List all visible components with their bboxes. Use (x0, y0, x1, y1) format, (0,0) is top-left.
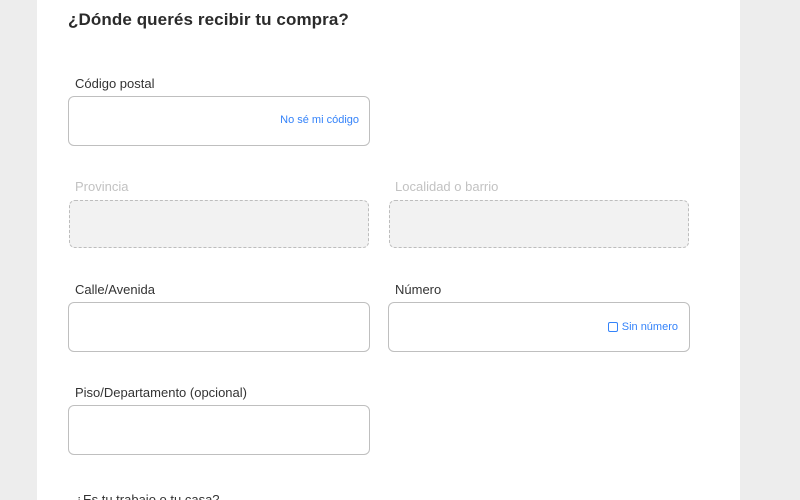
street-input[interactable] (69, 303, 369, 351)
locality-field (389, 200, 689, 248)
province-input (70, 201, 368, 247)
province-field (69, 200, 369, 248)
address-form-card: ¿Dónde querés recibir tu compra? Código … (37, 0, 740, 500)
floor-apartment-input[interactable] (69, 406, 369, 454)
checkbox-icon[interactable] (607, 322, 618, 332)
section-title: ¿Dónde querés recibir tu compra? (68, 10, 349, 29)
floor-apartment-label: Piso/Departamento (opcional) (75, 385, 247, 400)
unknown-postal-code-link[interactable]: No sé mi código (280, 114, 359, 126)
locality-label: Localidad o barrio (395, 179, 499, 194)
street-field[interactable] (68, 302, 370, 352)
number-field[interactable]: Sin número (388, 302, 690, 352)
postal-code-field[interactable]: No sé mi código (68, 96, 370, 146)
no-number-label[interactable]: Sin número (622, 321, 678, 333)
no-number-checkbox[interactable]: Sin número (607, 321, 678, 333)
street-label: Calle/Avenida (75, 282, 155, 297)
number-label: Número (395, 282, 442, 297)
floor-apartment-field[interactable] (68, 405, 370, 455)
locality-input (390, 201, 688, 247)
address-type-question: ¿Es tu trabajo o tu casa? (75, 492, 220, 500)
province-label: Provincia (75, 179, 129, 194)
postal-code-label: Código postal (75, 76, 155, 91)
